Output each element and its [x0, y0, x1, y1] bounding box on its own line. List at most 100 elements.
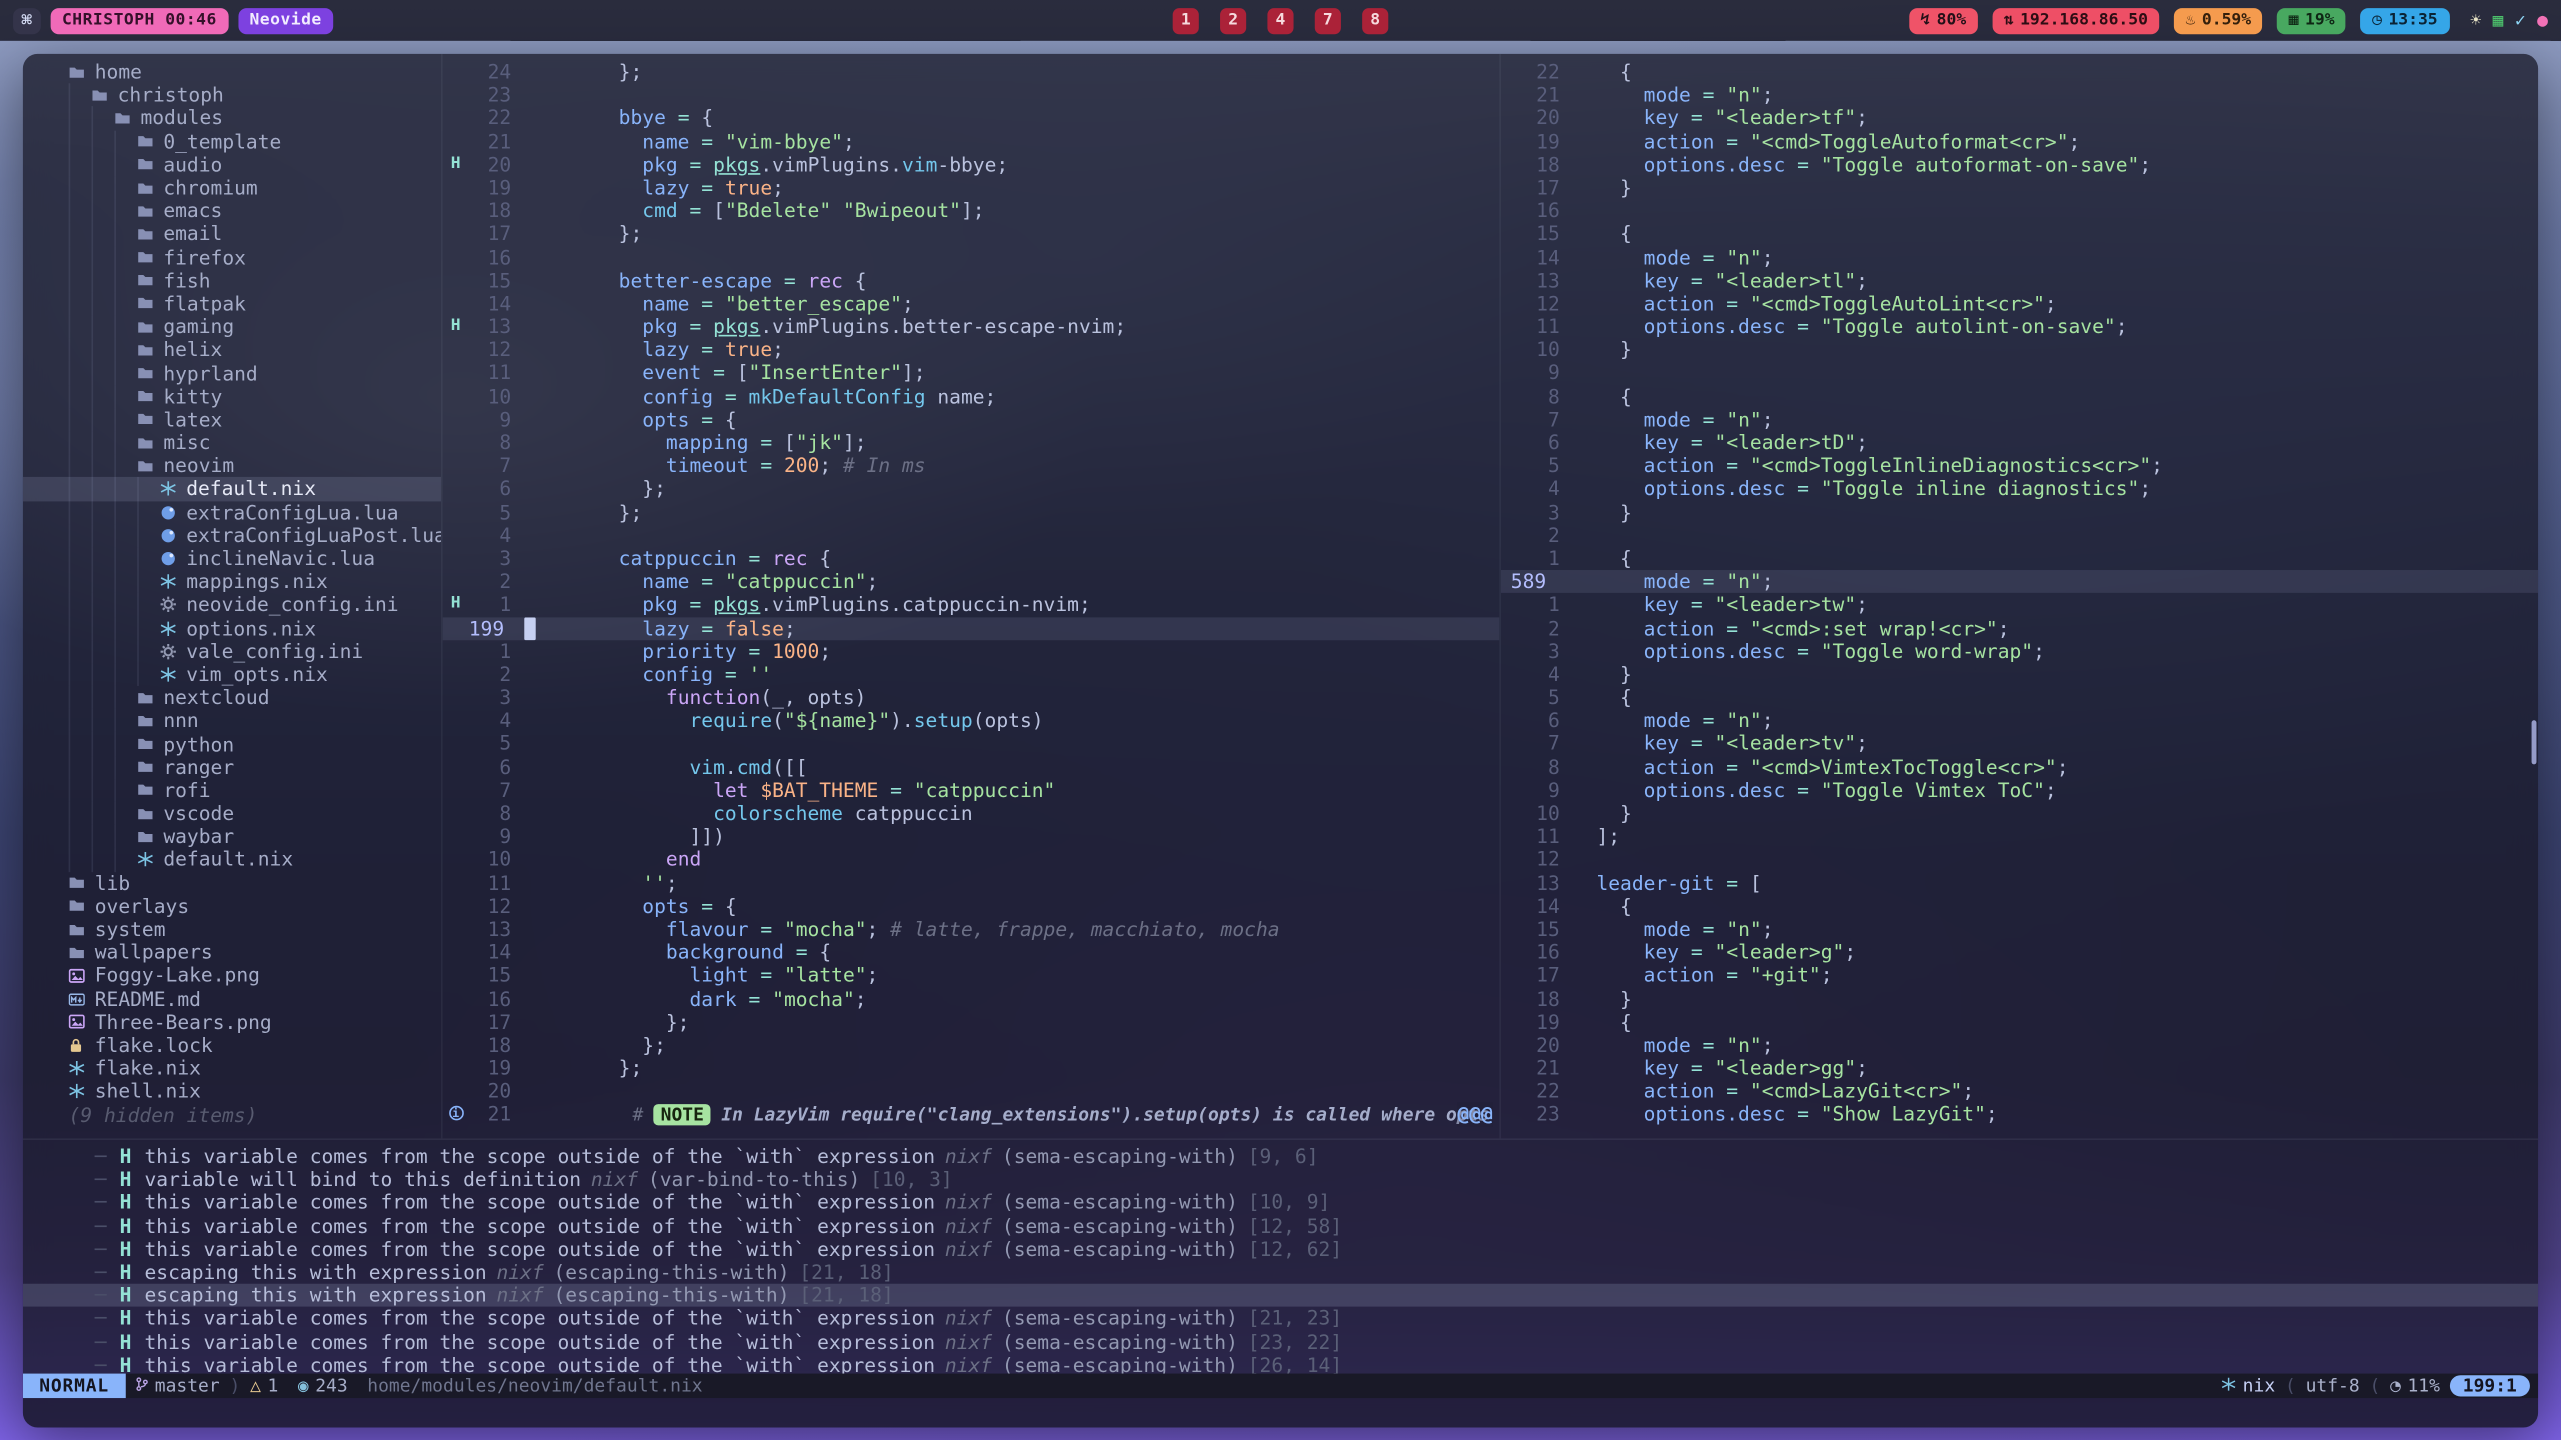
tree-item-default-nix[interactable]: default.nix — [23, 478, 441, 501]
tree-item-system[interactable]: system — [23, 918, 441, 941]
status-dot-icon[interactable]: ● — [2537, 10, 2548, 31]
right-code-line[interactable]: 6 key = "<leader>tD"; — [1501, 431, 2538, 454]
center-code-line[interactable]: 16 dark = "mocha"; — [443, 987, 1500, 1010]
right-code-line[interactable]: 18 } — [1501, 987, 2538, 1010]
center-code-line[interactable]: 5 — [443, 732, 1500, 755]
center-code-line[interactable]: 15 light = "latte"; — [443, 964, 1500, 987]
center-code-line[interactable]: 4 — [443, 524, 1500, 547]
quickfix-item[interactable]: ─Hthis variable comes from the scope out… — [23, 1353, 2538, 1373]
session-badge[interactable]: CHRISTOPH 00:46 — [51, 7, 229, 33]
checkmark-icon[interactable]: ✓ — [2515, 10, 2526, 31]
center-code-line[interactable]: 4 require("${name}").setup(opts) — [443, 709, 1500, 732]
tree-item-readme-md[interactable]: README.md — [23, 987, 441, 1010]
center-code-line[interactable]: 10 end — [443, 848, 1500, 871]
workspace-badge-1[interactable]: 1 — [1173, 7, 1199, 33]
center-code-line[interactable]: 14 name = "better_escape"; — [443, 292, 1500, 315]
center-code-line[interactable]: 10 config = mkDefaultConfig name; — [443, 385, 1500, 408]
right-code-line[interactable]: 7 mode = "n"; — [1501, 408, 2538, 431]
tree-item-emacs[interactable]: emacs — [23, 199, 441, 222]
right-code-line[interactable]: 3 } — [1501, 501, 2538, 524]
center-code-line[interactable]: 6 vim.cmd([[ — [443, 756, 1500, 779]
tree-item-flatpak[interactable]: flatpak — [23, 292, 441, 315]
right-code-line[interactable]: 19 { — [1501, 1010, 2538, 1033]
right-code-line[interactable]: 16 — [1501, 199, 2538, 222]
right-code-line[interactable]: 4 options.desc = "Toggle inline diagnost… — [1501, 478, 2538, 501]
center-code-line[interactable]: 199 lazy = false; — [443, 617, 1500, 640]
tree-item-rofi[interactable]: rofi — [23, 779, 441, 802]
center-code-line[interactable]: 14 background = { — [443, 941, 1500, 964]
tree-item-helix[interactable]: helix — [23, 338, 441, 361]
center-code-line[interactable]: 3 catppuccin = rec { — [443, 547, 1500, 570]
right-code-line[interactable]: 17 action = "+git"; — [1501, 964, 2538, 987]
right-code-line[interactable]: 6 mode = "n"; — [1501, 709, 2538, 732]
quickfix-item[interactable]: ─Hvariable will bind to this definitionn… — [23, 1168, 2538, 1191]
tree-item-firefox[interactable]: firefox — [23, 246, 441, 269]
tree-item-hyprland[interactable]: hyprland — [23, 362, 441, 385]
right-code-line[interactable]: 10 } — [1501, 802, 2538, 825]
app-badge[interactable]: Neovide — [238, 7, 333, 33]
workspace-badge-7[interactable]: 7 — [1315, 7, 1341, 33]
right-code-line[interactable]: 22 { — [1501, 60, 2538, 83]
quickfix-item[interactable]: ─Hthis variable comes from the scope out… — [23, 1145, 2538, 1168]
center-code-line[interactable]: 21 name = "vim-bbye"; — [443, 130, 1500, 153]
right-code-line[interactable]: 4 } — [1501, 663, 2538, 686]
center-code-line[interactable]: 2 config = '' — [443, 663, 1500, 686]
tree-item-neovide-config-ini[interactable]: neovide_config.ini — [23, 593, 441, 616]
tree-item-gaming[interactable]: gaming — [23, 315, 441, 338]
right-code-line[interactable]: 17 } — [1501, 176, 2538, 199]
tree-item-mappings-nix[interactable]: mappings.nix — [23, 570, 441, 593]
center-code-line[interactable]: H13 pkg = pkgs.vimPlugins.better-escape-… — [443, 315, 1500, 338]
center-code-line[interactable]: 20 — [443, 1080, 1500, 1103]
right-code-line[interactable]: 11 options.desc = "Toggle autolint-on-sa… — [1501, 315, 2538, 338]
tree-item-misc[interactable]: misc — [23, 431, 441, 454]
center-code-line[interactable]: 18 }; — [443, 1034, 1500, 1057]
tree-item-vim-opts-nix[interactable]: vim_opts.nix — [23, 663, 441, 686]
right-code-line[interactable]: 3 options.desc = "Toggle word-wrap"; — [1501, 640, 2538, 663]
center-code-line[interactable]: 9 ]]) — [443, 825, 1500, 848]
quickfix-item[interactable]: ─Hthis variable comes from the scope out… — [23, 1238, 2538, 1261]
right-code-line[interactable]: 19 action = "<cmd>ToggleAutoformat<cr>"; — [1501, 130, 2538, 153]
center-code-line[interactable]: 7 let $BAT_THEME = "catppuccin" — [443, 779, 1500, 802]
tree-item-nextcloud[interactable]: nextcloud — [23, 686, 441, 709]
tree-item-python[interactable]: python — [23, 732, 441, 755]
tree-item-flake-lock[interactable]: flake.lock — [23, 1034, 441, 1057]
center-code-line[interactable]: 6 }; — [443, 478, 1500, 501]
right-code-line[interactable]: 10 } — [1501, 338, 2538, 361]
right-code-line[interactable]: 18 options.desc = "Toggle autoformat-on-… — [1501, 153, 2538, 176]
workspace-badge-2[interactable]: 2 — [1220, 7, 1246, 33]
quickfix-item[interactable]: ─Hthis variable comes from the scope out… — [23, 1191, 2538, 1214]
quickfix-item[interactable]: ─Hthis variable comes from the scope out… — [23, 1214, 2538, 1237]
right-code-line[interactable]: 2 — [1501, 524, 2538, 547]
center-code-line[interactable]: 8 colorscheme catppuccin — [443, 802, 1500, 825]
center-code-line[interactable]: 11 ''; — [443, 871, 1500, 894]
tree-item-waybar[interactable]: waybar — [23, 825, 441, 848]
right-code-line[interactable]: 2 action = "<cmd>:set wrap!<cr>"; — [1501, 617, 2538, 640]
center-code-line[interactable]: H1 pkg = pkgs.vimPlugins.catppuccin-nvim… — [443, 593, 1500, 616]
right-code-line[interactable]: 20 key = "<leader>tf"; — [1501, 107, 2538, 130]
right-code-line[interactable]: 589 mode = "n"; — [1501, 570, 2538, 593]
tree-item-ranger[interactable]: ranger — [23, 756, 441, 779]
tree-item-nnn[interactable]: nnn — [23, 709, 441, 732]
right-code-line[interactable]: 13 key = "<leader>tl"; — [1501, 269, 2538, 292]
center-code-line[interactable]: 2 name = "catppuccin"; — [443, 570, 1500, 593]
right-code-line[interactable]: 15 mode = "n"; — [1501, 918, 2538, 941]
right-code-line[interactable]: 5 { — [1501, 686, 2538, 709]
right-code-line[interactable]: 9 options.desc = "Toggle Vimtex ToC"; — [1501, 779, 2538, 802]
center-editor-pane[interactable]: 24 };2322 bbye = {21 name = "vim-bbye";H… — [441, 54, 1499, 1138]
quickfix-item[interactable]: ─Hthis variable comes from the scope out… — [23, 1330, 2538, 1353]
center-code-line[interactable]: 7 timeout = 200; # In ms — [443, 454, 1500, 477]
command-line[interactable] — [23, 1398, 2538, 1427]
center-code-line[interactable]: 13 flavour = "mocha"; # latte, frappe, m… — [443, 918, 1500, 941]
tree-item-extraconfiglua-lua[interactable]: extraConfigLua.lua — [23, 501, 441, 524]
center-code-line[interactable]: 12 opts = { — [443, 895, 1500, 918]
quickfix-item[interactable]: ─Hescaping this with expressionnixf(esca… — [23, 1284, 2538, 1307]
right-code-line[interactable]: 14 { — [1501, 895, 2538, 918]
right-editor-pane[interactable]: 22 {21 mode = "n";20 key = "<leader>tf";… — [1499, 54, 2538, 1138]
right-code-line[interactable]: 21 mode = "n"; — [1501, 84, 2538, 107]
center-code-line[interactable]: 17 }; — [443, 1010, 1500, 1033]
center-code-line[interactable]: 19 }; — [443, 1057, 1500, 1080]
tree-item-wallpapers[interactable]: wallpapers — [23, 941, 441, 964]
center-code-line[interactable]: H20 pkg = pkgs.vimPlugins.vim-bbye; — [443, 153, 1500, 176]
right-code-line[interactable]: 12 action = "<cmd>ToggleAutoLint<cr>"; — [1501, 292, 2538, 315]
right-code-line[interactable]: 13 leader-git = [ — [1501, 871, 2538, 894]
